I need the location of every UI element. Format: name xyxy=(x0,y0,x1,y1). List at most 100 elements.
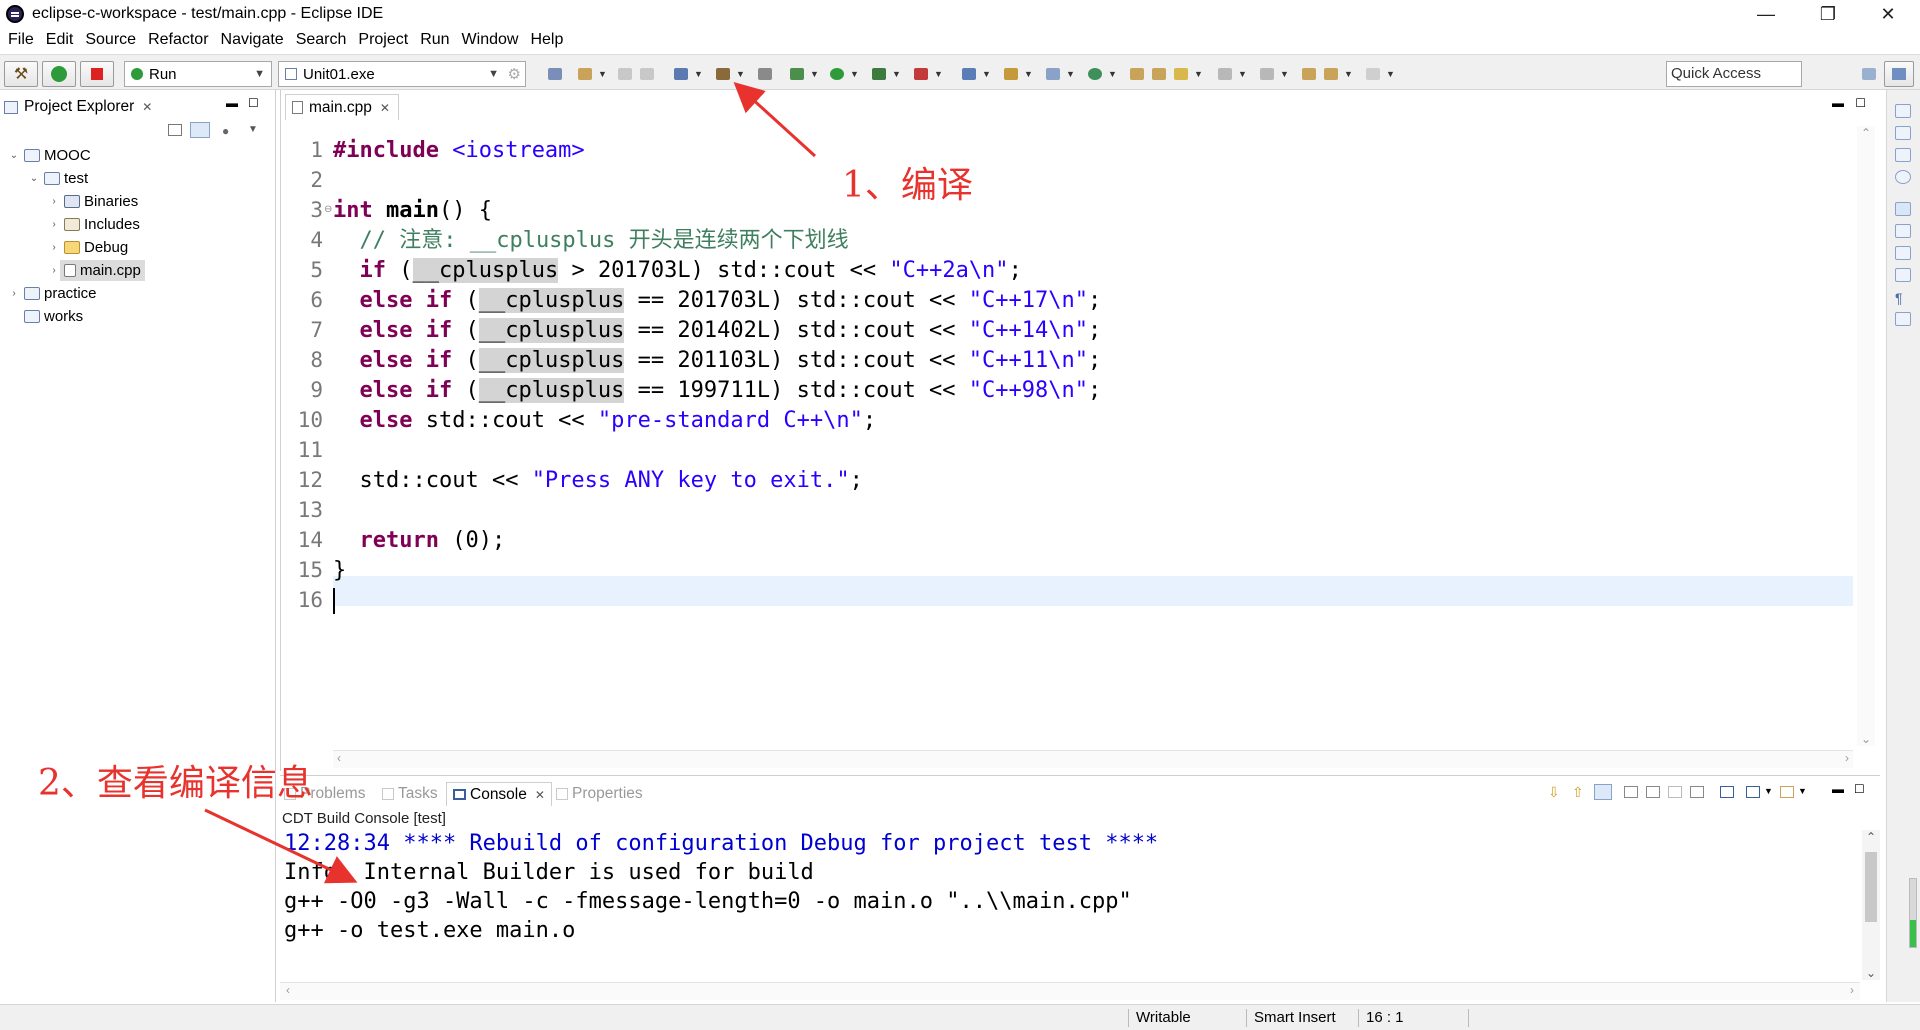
pencil-icon[interactable] xyxy=(1895,202,1911,216)
task-list-icon[interactable] xyxy=(1895,148,1911,162)
chevron-right-icon[interactable]: › xyxy=(1845,751,1849,765)
maximize-button[interactable]: ❐ xyxy=(1798,0,1858,28)
collapse-all-icon[interactable] xyxy=(168,124,182,136)
close-button[interactable]: ✕ xyxy=(1858,0,1918,28)
search-icon[interactable] xyxy=(674,68,688,80)
menu-help[interactable]: Help xyxy=(530,31,563,49)
tab-tasks[interactable]: Tasks xyxy=(382,782,438,806)
tree-item-binaries[interactable]: › Binaries xyxy=(48,190,138,213)
open-perspective-icon[interactable] xyxy=(1862,68,1876,80)
hammer-icon[interactable] xyxy=(716,68,730,80)
tool-icon-1[interactable] xyxy=(548,68,562,80)
chevron-down-icon[interactable]: ▼ xyxy=(1386,69,1395,79)
launch-button[interactable] xyxy=(42,61,76,87)
filter-icon[interactable]: ● xyxy=(222,124,229,138)
bug-icon[interactable] xyxy=(790,68,804,80)
tree-item-mooc[interactable]: ⌄ MOOC xyxy=(8,144,91,167)
chevron-down-icon[interactable]: ▼ xyxy=(934,69,943,79)
chevron-down-icon[interactable]: ⌄ xyxy=(8,150,20,161)
display-console-icon[interactable] xyxy=(1720,786,1734,798)
chevron-down-icon[interactable]: ▼ xyxy=(1108,69,1117,79)
horizontal-scrollbar[interactable]: ‹ › xyxy=(333,750,1853,768)
menu-refactor[interactable]: Refactor xyxy=(148,31,208,49)
chevron-down-icon[interactable]: ▼ xyxy=(1280,69,1289,79)
tree-item-test[interactable]: ⌄ test xyxy=(28,167,88,190)
prev-annotation-icon[interactable] xyxy=(1260,68,1274,80)
launch-target-select[interactable]: Unit01.exe ▼ ⚙ xyxy=(278,61,526,87)
console-vertical-scrollbar[interactable]: ⌃ ⌄ xyxy=(1862,830,1880,980)
outline-icon[interactable] xyxy=(1895,104,1911,118)
chevron-down-icon[interactable]: ▼ xyxy=(598,69,607,79)
tab-properties[interactable]: Properties xyxy=(556,782,643,806)
minimize-view-icon[interactable]: ▬ xyxy=(1832,782,1844,796)
next-annotation-icon[interactable] xyxy=(1218,68,1232,80)
chevron-left-icon[interactable]: ‹ xyxy=(337,751,341,765)
forward-icon[interactable] xyxy=(1366,68,1380,80)
new-class-icon[interactable] xyxy=(1088,68,1102,80)
fold-icon[interactable]: ⊖ xyxy=(324,204,332,215)
remove-launch-icon[interactable] xyxy=(1690,786,1704,798)
chevron-down-icon[interactable]: ▼ xyxy=(1798,786,1807,796)
chevron-down-icon[interactable]: ⌄ xyxy=(1861,732,1871,746)
open-type-icon[interactable] xyxy=(1130,68,1144,80)
menu-source[interactable]: Source xyxy=(85,31,136,49)
make-target-icon[interactable] xyxy=(1895,170,1911,184)
chevron-down-icon[interactable]: ⌄ xyxy=(28,173,40,184)
cpp-perspective-button[interactable] xyxy=(1884,61,1914,87)
search-view-icon[interactable] xyxy=(1895,268,1911,282)
chevron-right-icon[interactable]: › xyxy=(48,219,60,230)
chevron-right-icon[interactable]: › xyxy=(8,288,20,299)
chevron-down-icon[interactable]: ▼ xyxy=(982,69,991,79)
bookmarks-icon[interactable] xyxy=(1895,246,1911,260)
tab-console[interactable]: Console ✕ xyxy=(446,782,552,806)
code-area[interactable]: #include <iostream> int main() { // 注意: … xyxy=(333,126,1853,750)
back-icon[interactable] xyxy=(1324,68,1338,80)
minimize-view-icon[interactable]: ▬ xyxy=(226,96,238,110)
stop-button[interactable] xyxy=(80,61,114,87)
open-element-icon[interactable] xyxy=(1152,68,1166,80)
new-console-icon[interactable] xyxy=(1780,786,1794,798)
console-view-icon[interactable] xyxy=(1895,312,1911,326)
new-file-icon[interactable] xyxy=(1046,68,1060,80)
chevron-down-icon[interactable]: ▼ xyxy=(1238,69,1247,79)
scroll-lock-up-icon[interactable]: ⇧ xyxy=(1572,784,1584,801)
close-icon[interactable]: ✕ xyxy=(142,100,152,114)
chevron-up-icon[interactable]: ⌃ xyxy=(1866,830,1876,844)
scroll-thumb[interactable] xyxy=(1865,852,1877,922)
project-explorer-tab[interactable]: Project Explorer ✕ xyxy=(4,94,152,120)
maximize-view-icon[interactable]: ☐ xyxy=(1854,782,1865,796)
tab-main-cpp[interactable]: main.cpp ✕ xyxy=(285,94,399,120)
tree-item-main-cpp[interactable]: › main.cpp xyxy=(48,259,145,282)
new-project-icon[interactable] xyxy=(962,68,976,80)
chevron-left-icon[interactable]: ‹ xyxy=(286,983,290,997)
tree-item-works[interactable]: works xyxy=(8,305,83,328)
link-editor-icon[interactable] xyxy=(190,122,210,138)
menu-run[interactable]: Run xyxy=(420,31,449,49)
pin-console-icon[interactable] xyxy=(1594,784,1612,800)
menu-window[interactable]: Window xyxy=(462,31,519,49)
build-button[interactable]: ⚒ xyxy=(4,61,38,87)
run-icon[interactable] xyxy=(830,68,844,80)
quick-access-input[interactable]: Quick Access xyxy=(1666,61,1802,87)
chevron-up-icon[interactable]: ⌃ xyxy=(1861,126,1871,140)
copy-console-icon[interactable] xyxy=(1646,786,1660,798)
coverage-icon[interactable] xyxy=(872,68,886,80)
chevron-down-icon[interactable]: ▼ xyxy=(1764,786,1773,796)
chevron-down-icon[interactable]: ▼ xyxy=(850,69,859,79)
chevron-down-icon[interactable]: ▼ xyxy=(1194,69,1203,79)
vertical-scrollbar[interactable]: ⌃ ⌄ xyxy=(1857,126,1875,746)
chevron-down-icon[interactable]: ▼ xyxy=(892,69,901,79)
tree-item-practice[interactable]: › practice xyxy=(8,282,96,305)
maximize-view-icon[interactable]: ☐ xyxy=(248,96,259,110)
open-console-icon[interactable] xyxy=(1746,786,1760,798)
chevron-right-icon[interactable]: › xyxy=(48,242,60,253)
scroll-lock-down-icon[interactable]: ⇩ xyxy=(1548,784,1560,801)
include-browser-icon[interactable] xyxy=(1895,126,1911,140)
chevron-down-icon[interactable]: ▼ xyxy=(1344,69,1353,79)
launch-mode-select[interactable]: Run ▼ xyxy=(124,61,272,87)
menu-search[interactable]: Search xyxy=(296,31,347,49)
last-edit-icon[interactable] xyxy=(1302,68,1316,80)
minimize-button[interactable]: — xyxy=(1736,0,1796,28)
chevron-right-icon[interactable]: › xyxy=(48,265,60,276)
chevron-down-icon[interactable]: ▼ xyxy=(1066,69,1075,79)
